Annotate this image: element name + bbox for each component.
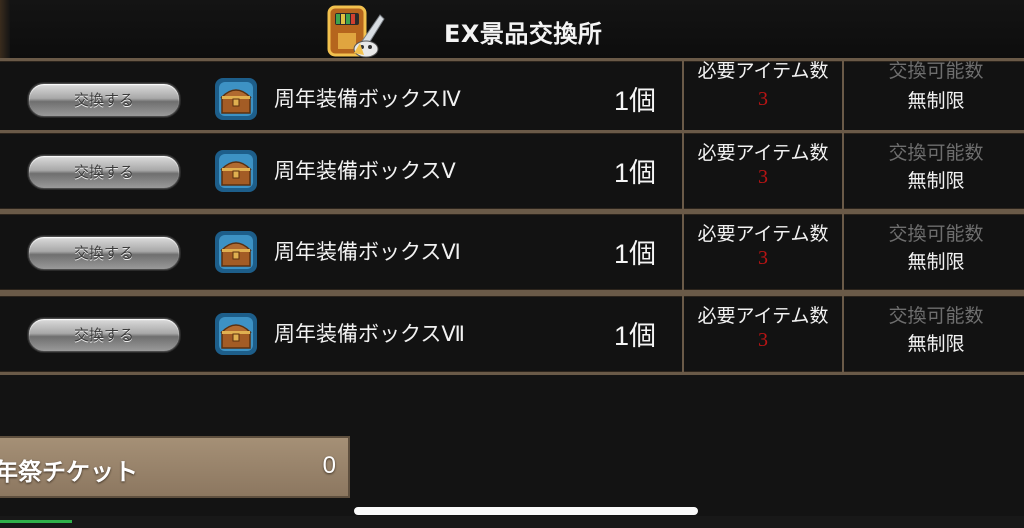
item-quantity: 1個 (614, 86, 657, 116)
required-items-label: 必要アイテム数 (697, 60, 829, 82)
required-items-cell: 必要アイテム数 3 (682, 130, 844, 212)
item-name: 周年装備ボックスⅦ (274, 322, 465, 346)
item-quantity: 1個 (614, 321, 657, 351)
exchange-limit-cell: 交換可能数 無制限 (848, 130, 1024, 212)
treasure-chest-icon (215, 150, 257, 192)
item-quantity: 1個 (614, 239, 657, 269)
list-item: 交換する 周年装備ボックスⅦ 1個 必要アイテム数 3 交換可能数 無制限 (0, 293, 1024, 375)
treasure-chest-icon (215, 78, 257, 120)
header-bar: EX景品交換所 (0, 0, 1024, 58)
item-name: 周年装備ボックスⅥ (274, 240, 461, 264)
list-item: 交換する 周年装備ボックスⅣ 1個 必要アイテム数 3 交換可能数 無制限 (0, 58, 1024, 140)
home-indicator[interactable] (354, 507, 698, 515)
exchange-limit-label: 交換可能数 (888, 142, 984, 164)
bottom-strip (0, 516, 1024, 528)
list-item: 交換する 周年装備ボックスⅥ 1個 必要アイテム数 3 交換可能数 無制限 (0, 211, 1024, 293)
exchange-limit-cell: 交換可能数 無制限 (848, 58, 1024, 140)
exchange-button[interactable]: 交換する (28, 318, 180, 352)
exchange-limit-label: 交換可能数 (888, 60, 984, 82)
item-quantity: 1個 (614, 158, 657, 188)
required-items-cell: 必要アイテム数 3 (682, 293, 844, 375)
exchange-limit-label: 交換可能数 (888, 305, 984, 327)
exchange-limit-label: 交換可能数 (888, 223, 984, 245)
required-items-cell: 必要アイテム数 3 (682, 211, 844, 293)
page-title: EX景品交換所 (444, 20, 603, 48)
ticket-balance-panel: 年祭チケット 0 (0, 436, 350, 498)
exchange-limit-value: 無制限 (907, 333, 965, 355)
ticket-label: 年祭チケット (0, 458, 138, 486)
exchange-limit-value: 無制限 (907, 170, 965, 192)
list-item: 交換する 周年装備ボックスⅤ 1個 必要アイテム数 3 交換可能数 無制限 (0, 130, 1024, 212)
required-items-value: 3 (758, 329, 768, 351)
required-items-label: 必要アイテム数 (697, 223, 829, 245)
treasure-chest-icon (215, 313, 257, 355)
required-items-value: 3 (758, 247, 768, 269)
exchange-button[interactable]: 交換する (28, 155, 180, 189)
exchange-button[interactable]: 交換する (28, 236, 180, 270)
header-edge-ornament (0, 0, 10, 58)
required-items-label: 必要アイテム数 (697, 305, 829, 327)
exchange-limit-cell: 交換可能数 無制限 (848, 293, 1024, 375)
treasure-chest-icon (215, 231, 257, 273)
required-items-value: 3 (758, 88, 768, 110)
exchange-shop-icon (327, 5, 385, 58)
exchange-limit-cell: 交換可能数 無制限 (848, 211, 1024, 293)
progress-indicator (0, 520, 72, 523)
exchange-limit-value: 無制限 (907, 90, 965, 112)
item-name: 周年装備ボックスⅣ (274, 87, 461, 111)
exchange-button[interactable]: 交換する (28, 83, 180, 117)
item-name: 周年装備ボックスⅤ (274, 159, 456, 183)
ticket-count: 0 (322, 452, 336, 479)
required-items-value: 3 (758, 166, 768, 188)
required-items-cell: 必要アイテム数 3 (682, 58, 844, 140)
required-items-label: 必要アイテム数 (697, 142, 829, 164)
exchange-limit-value: 無制限 (907, 251, 965, 273)
